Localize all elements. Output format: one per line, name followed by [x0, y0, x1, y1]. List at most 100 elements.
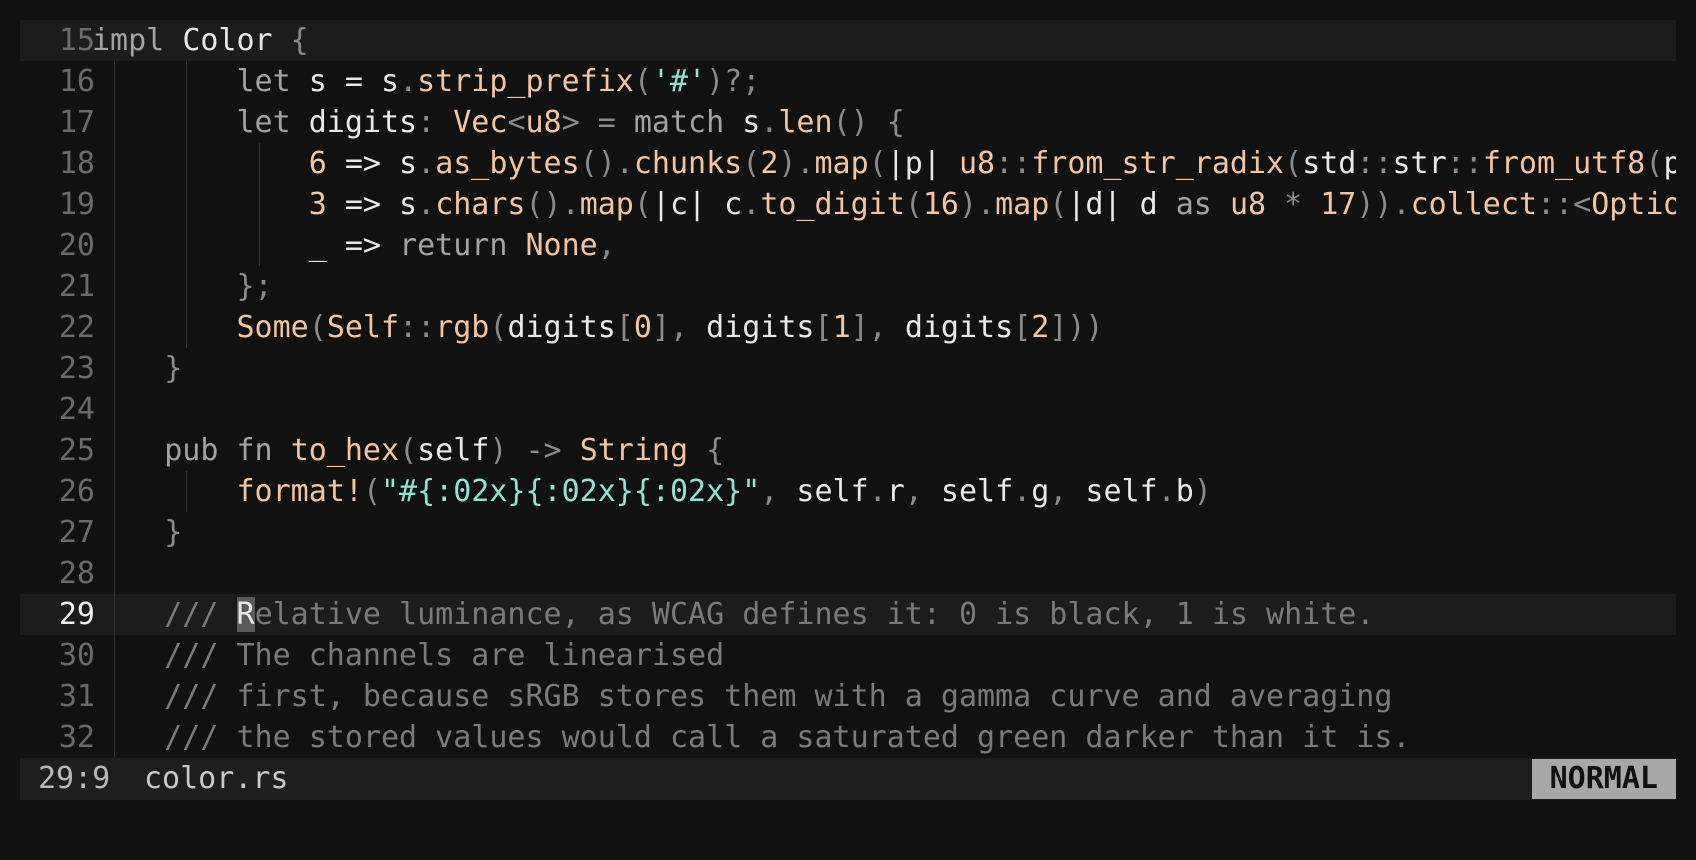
- code-token: s: [724, 105, 761, 140]
- code-token: to_digit: [760, 187, 905, 222]
- cursor-position: 29:9: [38, 761, 111, 796]
- code-line[interactable]: 31 /// first, because sRGB stores them w…: [20, 676, 1676, 717]
- line-number: 29: [58, 597, 95, 632]
- code-token: [: [615, 310, 634, 345]
- code-token: (: [399, 433, 418, 468]
- code-line[interactable]: 20 _ => return None,: [20, 225, 1676, 266]
- code-token: self: [940, 474, 1014, 509]
- indent-guide: [258, 143, 260, 184]
- code-token: ().: [579, 146, 634, 181]
- code-token: ::: [995, 146, 1032, 181]
- code-token: u8: [525, 105, 562, 140]
- code-line[interactable]: 23 }: [20, 348, 1676, 389]
- code-token: (: [1284, 146, 1303, 181]
- code-line[interactable]: 24: [20, 389, 1676, 430]
- line-code: [92, 553, 1676, 594]
- code-line[interactable]: 18 6 => s.as_bytes().chunks(2).map(|p| u…: [20, 143, 1676, 184]
- line-number: 21: [58, 269, 95, 304]
- code-token: Self: [326, 310, 400, 345]
- code-token: ,: [760, 474, 797, 509]
- code-editor[interactable]: 15 impl Color {16 let s = s.strip_prefix(…: [20, 20, 1676, 800]
- code-line[interactable]: 32 /// the stored values would call a sa…: [20, 717, 1676, 758]
- code-token: )?;: [706, 64, 761, 99]
- code-token: fn: [236, 433, 273, 468]
- code-token: as_bytes: [435, 146, 580, 181]
- code-line[interactable]: 27 }: [20, 512, 1676, 553]
- code-token: (: [904, 187, 923, 222]
- code-token: ::: [1446, 146, 1483, 181]
- code-token: };: [236, 269, 273, 304]
- code-line[interactable]: 19 3 => s.chars().map(|c| c.to_digit(16)…: [20, 184, 1676, 225]
- code-token: ])): [1049, 310, 1104, 345]
- code-token: ,: [904, 474, 941, 509]
- line-number: 28: [58, 556, 95, 591]
- code-token: match: [633, 105, 725, 140]
- code-token: from_utf8: [1482, 146, 1646, 181]
- line-code: [92, 389, 1676, 430]
- code-line[interactable]: 29 /// Relative luminance, as WCAG defin…: [20, 594, 1676, 635]
- code-token: }: [164, 351, 183, 386]
- code-line[interactable]: 16 let s = s.strip_prefix('#')?;: [20, 61, 1676, 102]
- indent-guide: [114, 184, 115, 225]
- code-token: digits: [706, 310, 815, 345]
- code-line[interactable]: 28: [20, 553, 1676, 594]
- code-token: ).: [778, 146, 815, 181]
- indent-guide: [186, 266, 188, 307]
- code-token: r: [886, 474, 905, 509]
- code-token: str: [1392, 146, 1447, 181]
- line-code: format!("#{:02x}{:02x}{:02x}", self.r, s…: [92, 471, 1676, 512]
- code-token: [: [814, 310, 833, 345]
- code-token: .: [399, 64, 418, 99]
- indent-guide: [258, 225, 260, 266]
- code-line[interactable]: 30 /// The channels are linearised: [20, 635, 1676, 676]
- code-token: (: [633, 187, 652, 222]
- code-token: map: [814, 146, 869, 181]
- code-token: collect: [1410, 187, 1537, 222]
- code-token: s = s: [290, 64, 400, 99]
- code-token: let: [236, 105, 291, 140]
- code-token: map: [995, 187, 1050, 222]
- indent-guide: [114, 389, 115, 430]
- code-line[interactable]: 15 impl Color {: [20, 20, 1676, 61]
- line-number: 30: [58, 638, 95, 673]
- line-code: };: [92, 266, 1676, 307]
- code-token: digits: [290, 105, 418, 140]
- code-token: Vec: [453, 105, 508, 140]
- line-number: 27: [58, 515, 95, 550]
- code-token: .: [417, 146, 436, 181]
- code-token: 17: [1320, 187, 1357, 222]
- code-token: ).: [959, 187, 996, 222]
- code-line[interactable]: 22 Some(Self::rgb(digits[0], digits[1], …: [20, 307, 1676, 348]
- code-line[interactable]: 26 format!("#{:02x}{:02x}{:02x}", self.r…: [20, 471, 1676, 512]
- indent-guide: [186, 102, 188, 143]
- indent-guide: [114, 676, 115, 717]
- code-token: (: [489, 310, 508, 345]
- indent-guide: [114, 430, 115, 471]
- code-token: digits: [904, 310, 1014, 345]
- code-token: from_str_radix: [1031, 146, 1285, 181]
- code-token: ],: [850, 310, 905, 345]
- code-token: Some: [236, 310, 309, 345]
- indent-guide: [114, 594, 115, 635]
- code-token: impl: [92, 23, 165, 58]
- indent-guide: [186, 61, 188, 102]
- code-token: u8: [959, 146, 996, 181]
- line-number: 23: [58, 351, 95, 386]
- code-line[interactable]: 17 let digits: Vec<u8> = match s.len() {: [20, 102, 1676, 143]
- line-code: /// The channels are linearised: [92, 635, 1676, 676]
- code-line[interactable]: 25 pub fn to_hex(self) -> String {: [20, 430, 1676, 471]
- line-number: 22: [58, 310, 95, 345]
- indent-guide: [186, 471, 188, 512]
- indent-guide: [114, 225, 115, 266]
- code-token: Color: [182, 23, 273, 58]
- indent-guide: [114, 471, 115, 512]
- line-code: let digits: Vec<u8> = match s.len() {: [92, 102, 1676, 143]
- code-token: .: [868, 474, 887, 509]
- status-bar: 29:9 color.rs NORMAL: [20, 758, 1676, 800]
- code-token: chars: [435, 187, 526, 222]
- code-token: 6: [308, 146, 327, 181]
- code-token: }: [164, 515, 183, 550]
- code-area[interactable]: 15 impl Color {16 let s = s.strip_prefix(…: [20, 20, 1676, 758]
- code-line[interactable]: 21 };: [20, 266, 1676, 307]
